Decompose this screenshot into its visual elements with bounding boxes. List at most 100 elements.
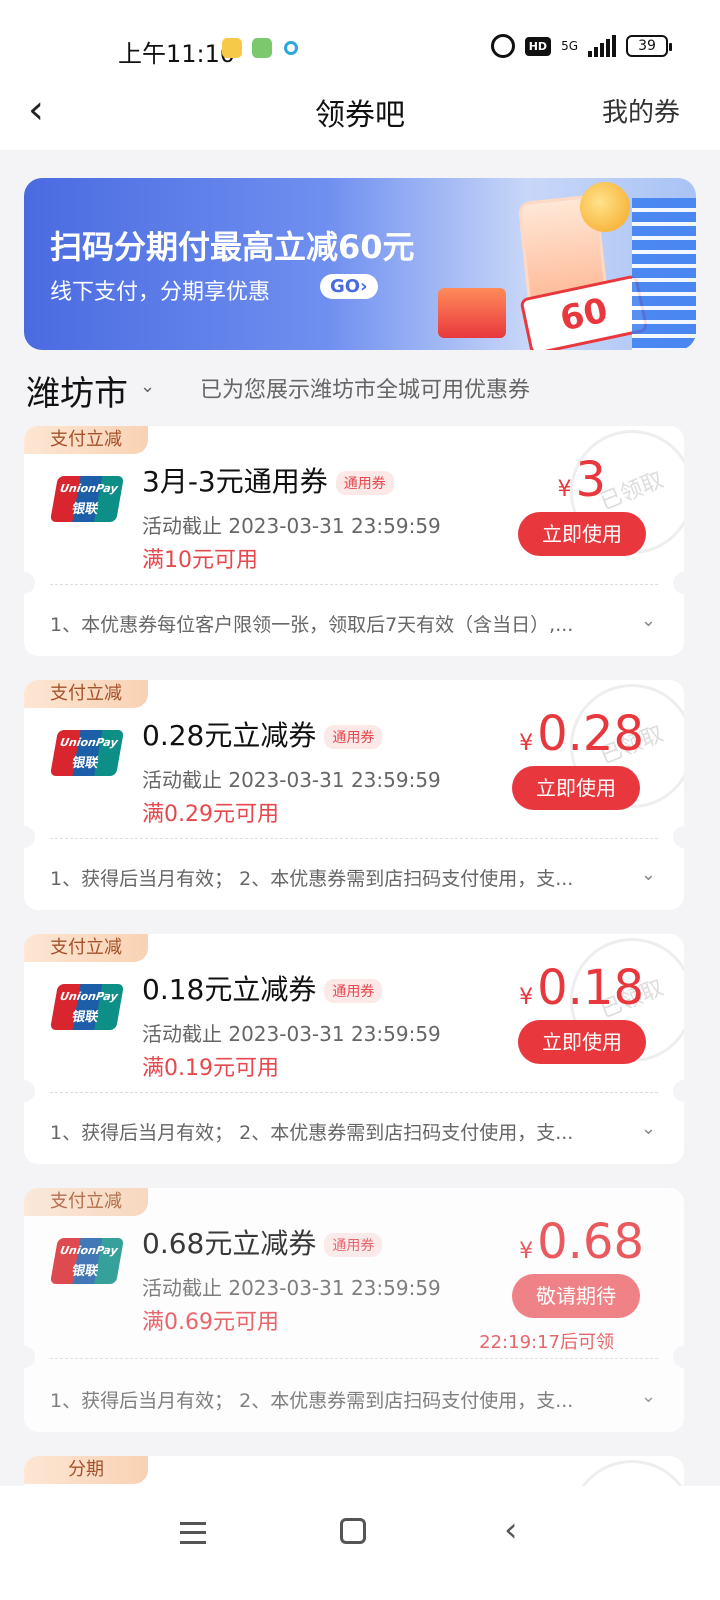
ticket-notch [24, 1080, 35, 1102]
coin-illustration [580, 182, 630, 232]
coupon-badge: 通用券 [324, 979, 383, 1003]
divider [50, 1092, 658, 1093]
coupon-tag: 支付立减 [24, 426, 148, 454]
currency-symbol: ¥ [519, 985, 534, 1010]
logo-cn: 银联 [70, 1264, 100, 1279]
logo-text: UnionPay [58, 1244, 119, 1257]
coupon-title-text: 0.18元立减券 [142, 973, 317, 1006]
promo-banner[interactable]: 扫码分期付最高立减60元 线下支付，分期享优惠 GO› 60 [24, 178, 696, 350]
notification-dot-icon [284, 41, 298, 55]
signal-icon [588, 35, 616, 57]
use-now-button[interactable]: 立即使用 [518, 1020, 646, 1064]
coupon-rules[interactable]: 1、获得后当月有效； 2、本优惠券需到店扫码支付使用，支... [50, 1118, 614, 1145]
coupon-badge: 通用券 [324, 725, 383, 749]
coupon-date: 活动截止 2023-03-31 23:59:59 [142, 1276, 441, 1300]
coupon-card[interactable]: 支付立减 UnionPay 银联 0.68元立减券 通用券 活动截止 2023-0… [24, 1188, 684, 1432]
currency-symbol: ¥ [557, 477, 572, 502]
coupon-title: 0.18元立减券 通用券 [142, 968, 383, 1008]
divider [50, 584, 658, 585]
banner-subtitle: 线下支付，分期享优惠 [50, 280, 271, 305]
coupon-amount: ¥0.18 [519, 960, 644, 1016]
unionpay-logo: UnionPay 银联 [49, 476, 125, 522]
system-nav-bar: ‹ [0, 1486, 720, 1600]
ticket-notch [24, 1346, 35, 1368]
amount-value: 0.68 [537, 1214, 644, 1270]
coupon-amount: ¥3 [557, 452, 606, 508]
coupon-amount: ¥0.68 [519, 1214, 644, 1270]
logo-cn: 银联 [70, 502, 100, 517]
coupon-badge: 通用券 [324, 1233, 383, 1257]
coupon-min-spend: 满0.19元可用 [142, 1056, 279, 1081]
use-now-button[interactable]: 立即使用 [512, 766, 640, 810]
use-now-button[interactable]: 立即使用 [518, 512, 646, 556]
coupon-title: 0.68元立减券 通用券 [142, 1222, 383, 1262]
coupon-card[interactable]: 已领取 支付立减 UnionPay 银联 0.28元立减券 通用券 活动截止 20… [24, 680, 684, 910]
chevron-down-icon[interactable]: ⌄ [641, 1386, 656, 1407]
coupon-tag: 分期 [24, 1456, 148, 1484]
logo-cn: 银联 [70, 756, 100, 771]
amount-value: 0.28 [537, 706, 644, 762]
wechat-icon [252, 38, 272, 58]
ticket-notch [673, 826, 684, 848]
ticket-notch [673, 1346, 684, 1368]
chevron-down-icon[interactable]: ⌄ [641, 864, 656, 885]
back-icon[interactable]: ‹ [504, 1510, 518, 1550]
coupon-badge: 通用券 [335, 471, 394, 495]
banner-go-button[interactable]: GO› [320, 274, 378, 299]
coupon-rules[interactable]: 1、本优惠券每位客户限领一张，领取后7天有效（含当日）,... [50, 610, 614, 637]
ticket-notch [24, 826, 35, 848]
battery-icon: 39 [626, 35, 672, 57]
city-description: 已为您展示潍坊市全城可用优惠券 [200, 378, 531, 403]
unionpay-logo: UnionPay 银联 [49, 984, 125, 1030]
ticket-notch [673, 1080, 684, 1102]
banner-title: 扫码分期付最高立减60元 [50, 228, 415, 266]
network-label: 5G [561, 39, 578, 53]
coupon-title-text: 3月-3元通用券 [142, 465, 328, 498]
coupon-tag: 支付立减 [24, 680, 148, 708]
alarm-icon [490, 34, 515, 58]
coupon-date: 活动截止 2023-03-31 23:59:59 [142, 514, 441, 538]
logo-cn: 银联 [70, 1010, 100, 1025]
coupon-tag: 支付立减 [24, 1188, 148, 1216]
logo-text: UnionPay [58, 482, 119, 495]
coupon-min-spend: 满0.69元可用 [142, 1310, 279, 1335]
hd-icon: HD [524, 36, 552, 56]
logo-text: UnionPay [58, 990, 119, 1003]
gift-box-illustration [438, 288, 506, 338]
currency-symbol: ¥ [519, 731, 534, 756]
coupon-rules[interactable]: 1、获得后当月有效； 2、本优惠券需到店扫码支付使用，支... [50, 1386, 614, 1413]
coupon-tag: 支付立减 [24, 934, 148, 962]
coupon-title-text: 0.68元立减券 [142, 1227, 317, 1260]
coupon-title-text: 0.28元立减券 [142, 719, 317, 752]
coupon-card[interactable]: 已领取 支付立减 UnionPay 银联 0.18元立减券 通用券 活动截止 20… [24, 934, 684, 1164]
coupon-title: 3月-3元通用券 通用券 [142, 460, 394, 500]
coupon-title: 0.28元立减券 通用券 [142, 714, 383, 754]
amount-value: 3 [575, 452, 606, 508]
unionpay-logo: UnionPay 银联 [49, 730, 125, 776]
city-selector[interactable]: 潍坊市 [26, 366, 128, 415]
coupon-rules[interactable]: 1、获得后当月有效； 2、本优惠券需到店扫码支付使用，支... [50, 864, 614, 891]
divider [50, 838, 658, 839]
buildings-illustration [632, 198, 696, 350]
status-indicators: HD 5G 39 [490, 34, 672, 58]
ticket-notch [24, 572, 35, 594]
currency-symbol: ¥ [519, 1239, 534, 1264]
my-coupons-link[interactable]: 我的券 [602, 92, 680, 129]
coupon-date: 活动截止 2023-03-31 23:59:59 [142, 768, 441, 792]
amount-value: 0.18 [537, 960, 644, 1016]
home-icon[interactable] [340, 1518, 366, 1544]
divider [50, 1358, 658, 1359]
logo-text: UnionPay [58, 736, 119, 749]
coupon-date: 活动截止 2023-03-31 23:59:59 [142, 1022, 441, 1046]
coupon-card[interactable]: 已领取 支付立减 UnionPay 银联 3月-3元通用券 通用券 活动截止 20… [24, 426, 684, 656]
status-time: 上午11:10 [118, 40, 236, 68]
menu-icon[interactable] [180, 1522, 206, 1544]
unionpay-logo: UnionPay 银联 [49, 1238, 125, 1284]
coming-soon-button[interactable]: 敬请期待 [512, 1274, 640, 1318]
coupon-min-spend: 满10元可用 [142, 548, 258, 573]
coupon-min-spend: 满0.29元可用 [142, 802, 279, 827]
chevron-down-icon[interactable]: ⌄ [641, 1118, 656, 1139]
chevron-down-icon[interactable]: ⌄ [140, 376, 155, 397]
coupon-amount: ¥0.28 [519, 706, 644, 762]
chevron-down-icon[interactable]: ⌄ [641, 610, 656, 631]
